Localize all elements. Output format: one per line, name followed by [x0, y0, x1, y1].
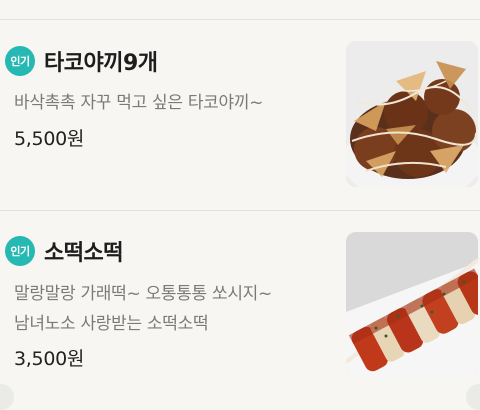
- menu-item-description: 바삭촉촉 자꾸 먹고 싶은 타코야끼~: [14, 93, 264, 113]
- takoyaki-photo: [346, 41, 478, 187]
- popular-badge: 인기: [5, 46, 35, 76]
- menu-item-sotteok[interactable]: 인기 소떡소떡 말랑말랑 가래떡~ 오통통통 쏘시지~ 남녀노소 사랑받는 소떡…: [0, 211, 480, 400]
- menu-item-description: 남녀노소 사랑받는 소떡소떡: [14, 314, 209, 334]
- decorative-corner: [466, 384, 480, 410]
- menu-item-price: 3,500원: [14, 348, 85, 370]
- menu-item-takoyaki[interactable]: 인기 타코야끼9개 바삭촉촉 자꾸 먹고 싶은 타코야끼~ 5,500원: [0, 20, 480, 210]
- menu-item-name: 소떡소떡: [44, 241, 123, 266]
- popular-badge: 인기: [5, 236, 35, 266]
- sotteok-photo: [346, 232, 478, 378]
- menu-item-name: 타코야끼9개: [44, 51, 158, 76]
- menu-item-price: 5,500원: [14, 128, 85, 150]
- menu-item-description: 말랑말랑 가래떡~ 오통통통 쏘시지~: [14, 284, 272, 304]
